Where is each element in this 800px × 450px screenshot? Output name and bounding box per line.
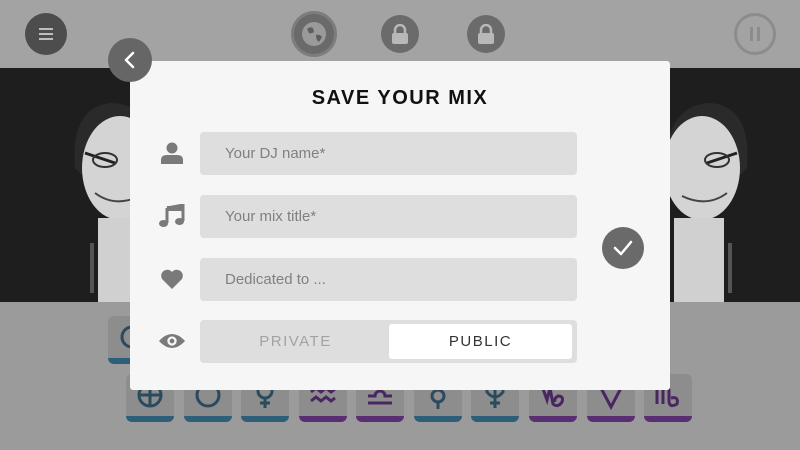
menu-button[interactable] — [25, 13, 67, 55]
music-note-icon — [158, 202, 186, 230]
menu-icon — [39, 28, 53, 40]
lock-icon — [478, 24, 494, 44]
globe-button[interactable] — [291, 11, 337, 57]
user-icon — [158, 139, 186, 167]
check-icon — [613, 240, 633, 256]
visibility-toggle: PRIVATE PUBLIC — [200, 320, 577, 363]
heart-icon — [158, 265, 186, 293]
pause-icon — [750, 27, 760, 41]
public-option[interactable]: PUBLIC — [389, 324, 572, 359]
chevron-left-icon — [124, 51, 135, 69]
dialog-title: SAVE YOUR MIX — [311, 87, 489, 109]
locked-slot-button[interactable] — [381, 15, 419, 53]
back-button[interactable] — [108, 38, 152, 82]
pause-button[interactable] — [734, 13, 776, 55]
confirm-button[interactable] — [602, 227, 644, 269]
mix-title-input[interactable] — [200, 195, 577, 238]
character-figure — [664, 103, 748, 302]
locked-slot-button[interactable] — [467, 15, 505, 53]
save-mix-dialog: SAVE YOUR MIX PRIVATE PUBLIC — [130, 61, 670, 390]
dj-name-input[interactable] — [200, 132, 577, 175]
private-option[interactable]: PRIVATE — [204, 324, 387, 359]
lock-icon — [392, 24, 408, 44]
dedicated-to-input[interactable] — [200, 258, 577, 301]
globe-icon — [302, 22, 326, 46]
eye-icon — [158, 327, 186, 355]
